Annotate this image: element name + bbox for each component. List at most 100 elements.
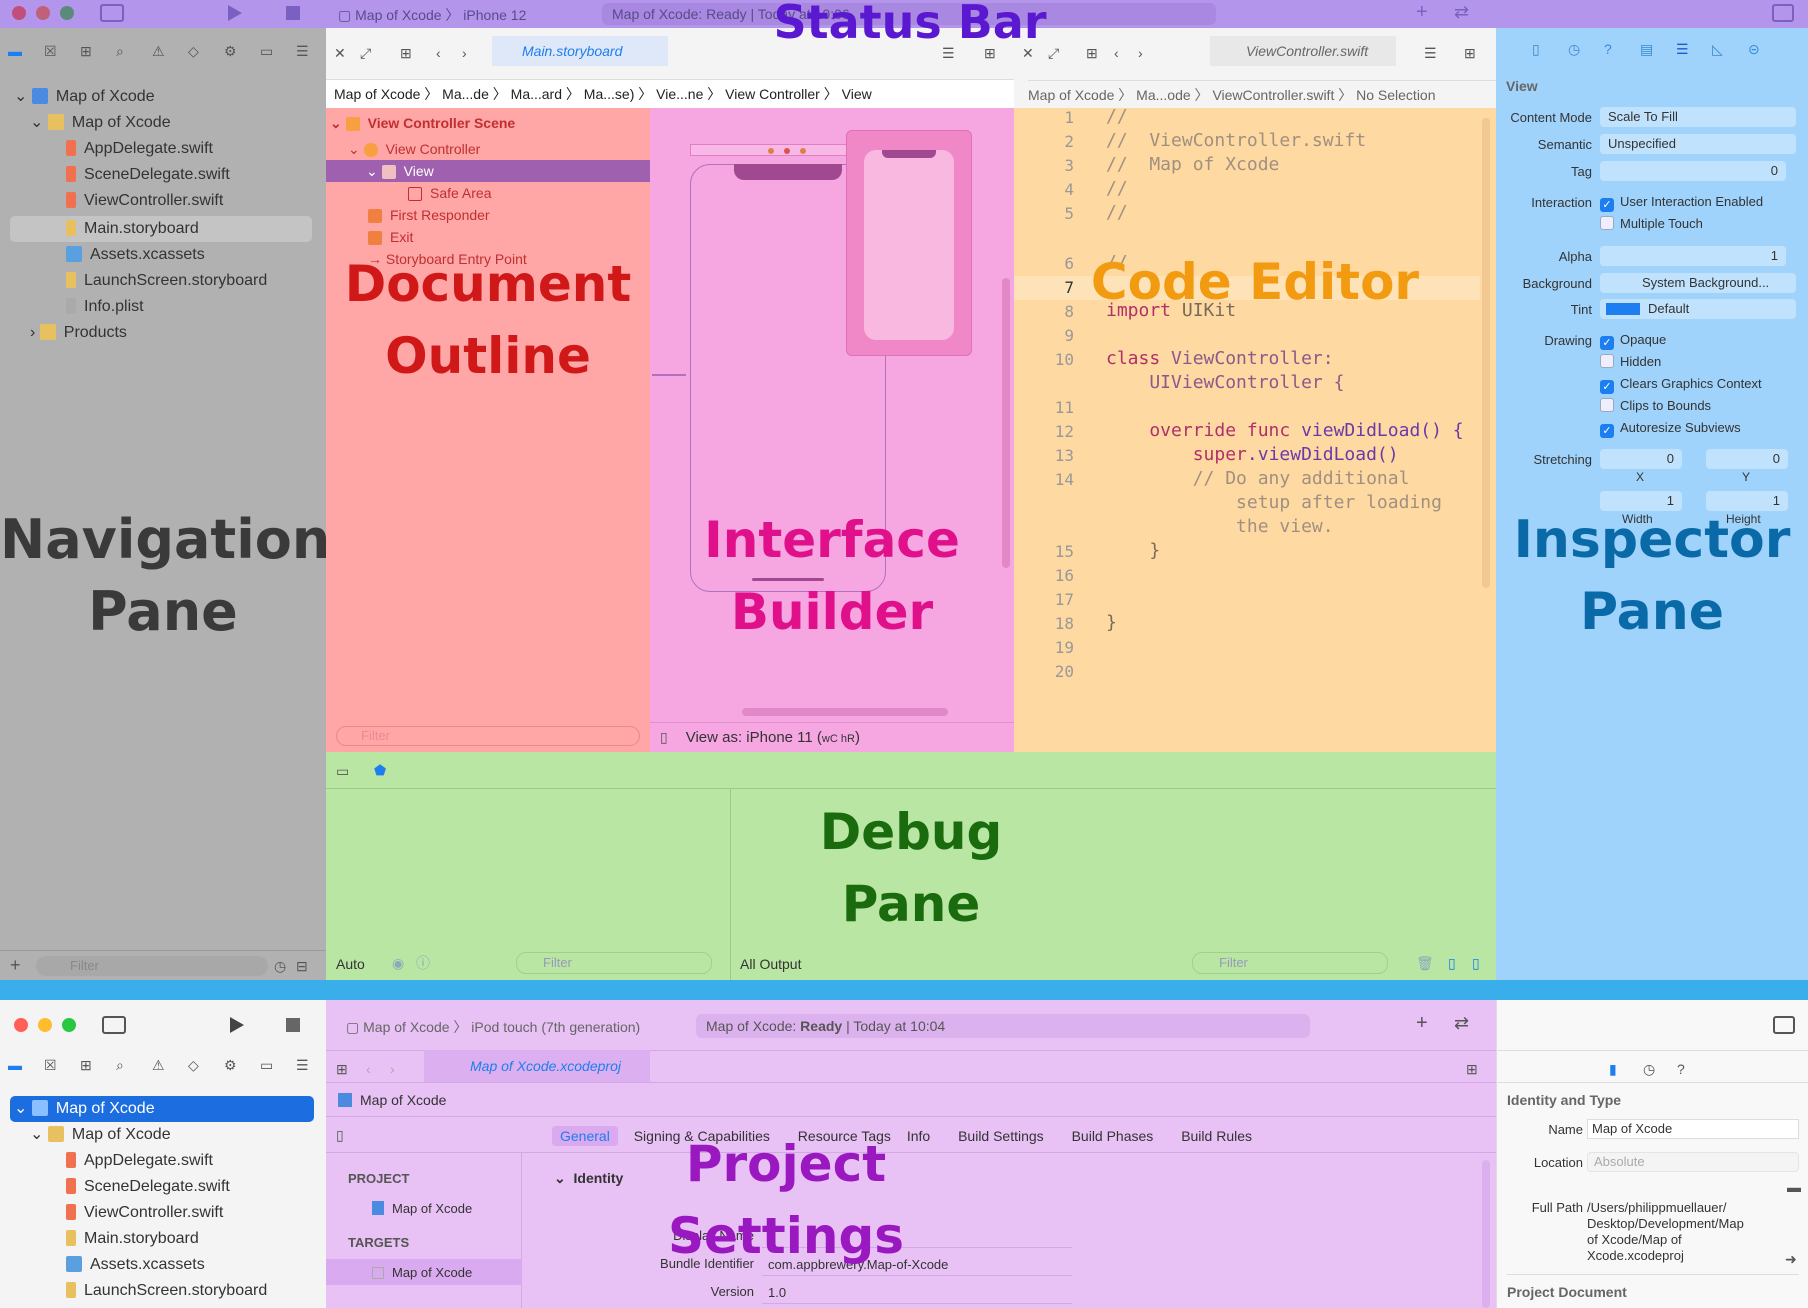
outline-entry-point[interactable]: → Storyboard Entry Point (368, 248, 527, 270)
tree-file-item[interactable]: Assets.xcassets (66, 244, 205, 266)
tab-build-settings[interactable]: Build Settings (958, 1128, 1044, 1144)
folder-icon[interactable]: ▬ (8, 1056, 22, 1074)
breadcrumb-item[interactable]: Ma...se) (584, 86, 635, 102)
add-icon[interactable]: + (1416, 2, 1428, 22)
forward-icon[interactable]: › (390, 1060, 395, 1078)
breadcrumb-item[interactable]: Ma...ode (1136, 87, 1190, 103)
minimize-window-button[interactable] (36, 6, 50, 20)
close-window-button[interactable] (14, 1018, 28, 1032)
recent-files-icon[interactable]: ◷ (274, 957, 286, 975)
auto-select[interactable]: Auto (336, 956, 365, 972)
expand-icon[interactable]: ⤢ (1048, 44, 1059, 62)
identity-icon[interactable]: ▤ (1640, 40, 1653, 58)
reveal-arrow-icon[interactable]: ➜ (1785, 1250, 1797, 1268)
scheme-selector[interactable]: ▢ Map of Xcode 〉 iPhone 12 (338, 5, 526, 25)
tree-file-item[interactable]: ViewController.swift (66, 190, 223, 212)
tab-info[interactable]: Info (907, 1128, 930, 1144)
source-control-icon[interactable]: ☒ (44, 1056, 57, 1074)
breadcrumb-item[interactable]: No Selection (1356, 87, 1435, 103)
tab-general[interactable]: General (552, 1126, 618, 1146)
sidebar-toggle-icon[interactable]: ▯ (336, 1126, 344, 1144)
project-item[interactable]: Map of Xcode (372, 1201, 472, 1216)
content-mode-select[interactable]: Scale To Fill (1600, 107, 1796, 127)
breadcrumb-item[interactable]: Map of Xcode (1028, 87, 1114, 103)
tree-file-item[interactable]: Assets.xcassets (66, 1254, 205, 1276)
attributes-icon[interactable]: ☰ (1676, 40, 1689, 58)
history-icon[interactable]: ◷ (1643, 1060, 1655, 1078)
search-icon[interactable]: ⌕ (116, 1056, 124, 1074)
code-review-icon[interactable]: ⇄ (1454, 1014, 1469, 1032)
target-item[interactable]: Map of Xcode (372, 1265, 472, 1280)
info-icon[interactable]: ⓘ (416, 954, 430, 972)
sidebar-toggle-icon[interactable] (102, 1016, 126, 1034)
back-icon[interactable]: ‹ (436, 44, 441, 62)
debug-icon[interactable]: ⚙ (224, 42, 237, 60)
tree-root-item[interactable]: ⌄ Map of Xcode (14, 1098, 155, 1120)
file-icon[interactable]: ▯ (1532, 40, 1540, 58)
file-icon[interactable]: ▮ (1609, 1060, 1617, 1078)
console-filter-input[interactable]: Filter (1192, 952, 1388, 974)
outline-first-responder[interactable]: First Responder (368, 204, 490, 226)
source-control-icon[interactable]: ☒ (44, 42, 57, 60)
tree-file-item[interactable]: LaunchScreen.storyboard (66, 1280, 267, 1302)
hide-debug-icon[interactable]: ▭ (336, 762, 349, 780)
add-icon[interactable]: + (10, 956, 21, 974)
hidden-checkbox[interactable]: Hidden (1600, 354, 1661, 369)
tab-build-rules[interactable]: Build Rules (1181, 1128, 1252, 1144)
display-name-field[interactable] (762, 1226, 1072, 1248)
tree-file-item[interactable]: Info.plist (66, 296, 144, 318)
outline-view-controller[interactable]: ⌄ View Controller (348, 138, 480, 160)
tab-signing[interactable]: Signing & Capabilities (634, 1128, 770, 1144)
symbol-icon[interactable]: ⊞ (80, 42, 92, 60)
tag-field[interactable]: 0 (1600, 161, 1786, 181)
stretch-width-field[interactable]: 1 (1600, 491, 1682, 511)
bundle-identifier-field[interactable]: com.appbrewery.Map-of-Xcode (762, 1254, 1072, 1276)
breadcrumb-item[interactable]: View (842, 86, 872, 102)
breadcrumb-item[interactable]: ViewController.swift (1212, 87, 1334, 103)
tab-viewcontroller-swift[interactable]: ViewController.swift (1210, 36, 1396, 66)
autoresize-checkbox[interactable]: ✓ Autoresize Subviews (1600, 420, 1741, 438)
tree-file-item[interactable]: AppDelegate.swift (66, 138, 213, 160)
tree-file-item[interactable]: LaunchScreen.storyboard (66, 270, 267, 292)
clears-context-checkbox[interactable]: ✓ Clears Graphics Context (1600, 376, 1762, 394)
split-editor-icon[interactable]: ⊞ (984, 44, 996, 62)
horizontal-scrollbar[interactable] (742, 708, 948, 716)
output-select[interactable]: All Output (740, 956, 801, 972)
outline-filter-input[interactable]: Filter (336, 726, 640, 746)
help-icon[interactable]: ? (1677, 1060, 1685, 1078)
expand-icon[interactable]: ⤢ (360, 44, 371, 62)
stretch-height-field[interactable]: 1 (1706, 491, 1788, 511)
zoom-window-button[interactable] (60, 6, 74, 20)
tree-products-item[interactable]: › Products (30, 322, 127, 344)
grid-icon[interactable]: ⊞ (1086, 44, 1098, 62)
tree-root-item[interactable]: ⌄ Map of Xcode (14, 86, 155, 108)
test-icon[interactable]: ◇ (188, 42, 199, 60)
tree-file-item[interactable]: ViewController.swift (66, 1202, 223, 1224)
panel-toggle-icon[interactable]: ▯ (660, 728, 668, 746)
folder-icon[interactable]: ▬ (1787, 1178, 1801, 1196)
breadcrumb-item[interactable]: Ma...de (442, 86, 489, 102)
history-icon[interactable]: ◷ (1568, 40, 1580, 58)
report-icon[interactable]: ☰ (296, 1056, 309, 1074)
tab-main-storyboard[interactable]: Main.storyboard (492, 36, 668, 66)
debug-icon[interactable]: ⚙ (224, 1056, 237, 1074)
close-icon[interactable]: ✕ (1022, 44, 1034, 62)
search-icon[interactable]: ⌕ (116, 42, 124, 60)
help-icon[interactable]: ? (1604, 40, 1612, 58)
size-icon[interactable]: ◺ (1712, 40, 1723, 58)
back-icon[interactable]: ‹ (1114, 44, 1119, 62)
breadcrumb-item[interactable]: Ma...ard (511, 86, 562, 102)
tree-file-item[interactable]: Main.storyboard (66, 218, 199, 240)
trash-icon[interactable]: 🗑 (1416, 954, 1434, 972)
add-icon[interactable]: + (1416, 1013, 1428, 1033)
tab-build-phases[interactable]: Build Phases (1072, 1128, 1154, 1144)
source-control-filter-icon[interactable]: ⊟ (296, 957, 308, 975)
warning-icon[interactable]: ⚠ (152, 1056, 165, 1074)
tree-group-item[interactable]: ⌄ Map of Xcode (30, 112, 171, 134)
settings-scrollbar[interactable] (1482, 1160, 1490, 1308)
name-field[interactable]: Map of Xcode (1587, 1119, 1799, 1139)
breakpoint-icon[interactable]: ▭ (260, 42, 273, 60)
background-select[interactable]: System Background... (1600, 273, 1796, 293)
grid-icon[interactable]: ⊞ (400, 44, 412, 62)
tree-file-item[interactable]: AppDelegate.swift (66, 1150, 213, 1172)
